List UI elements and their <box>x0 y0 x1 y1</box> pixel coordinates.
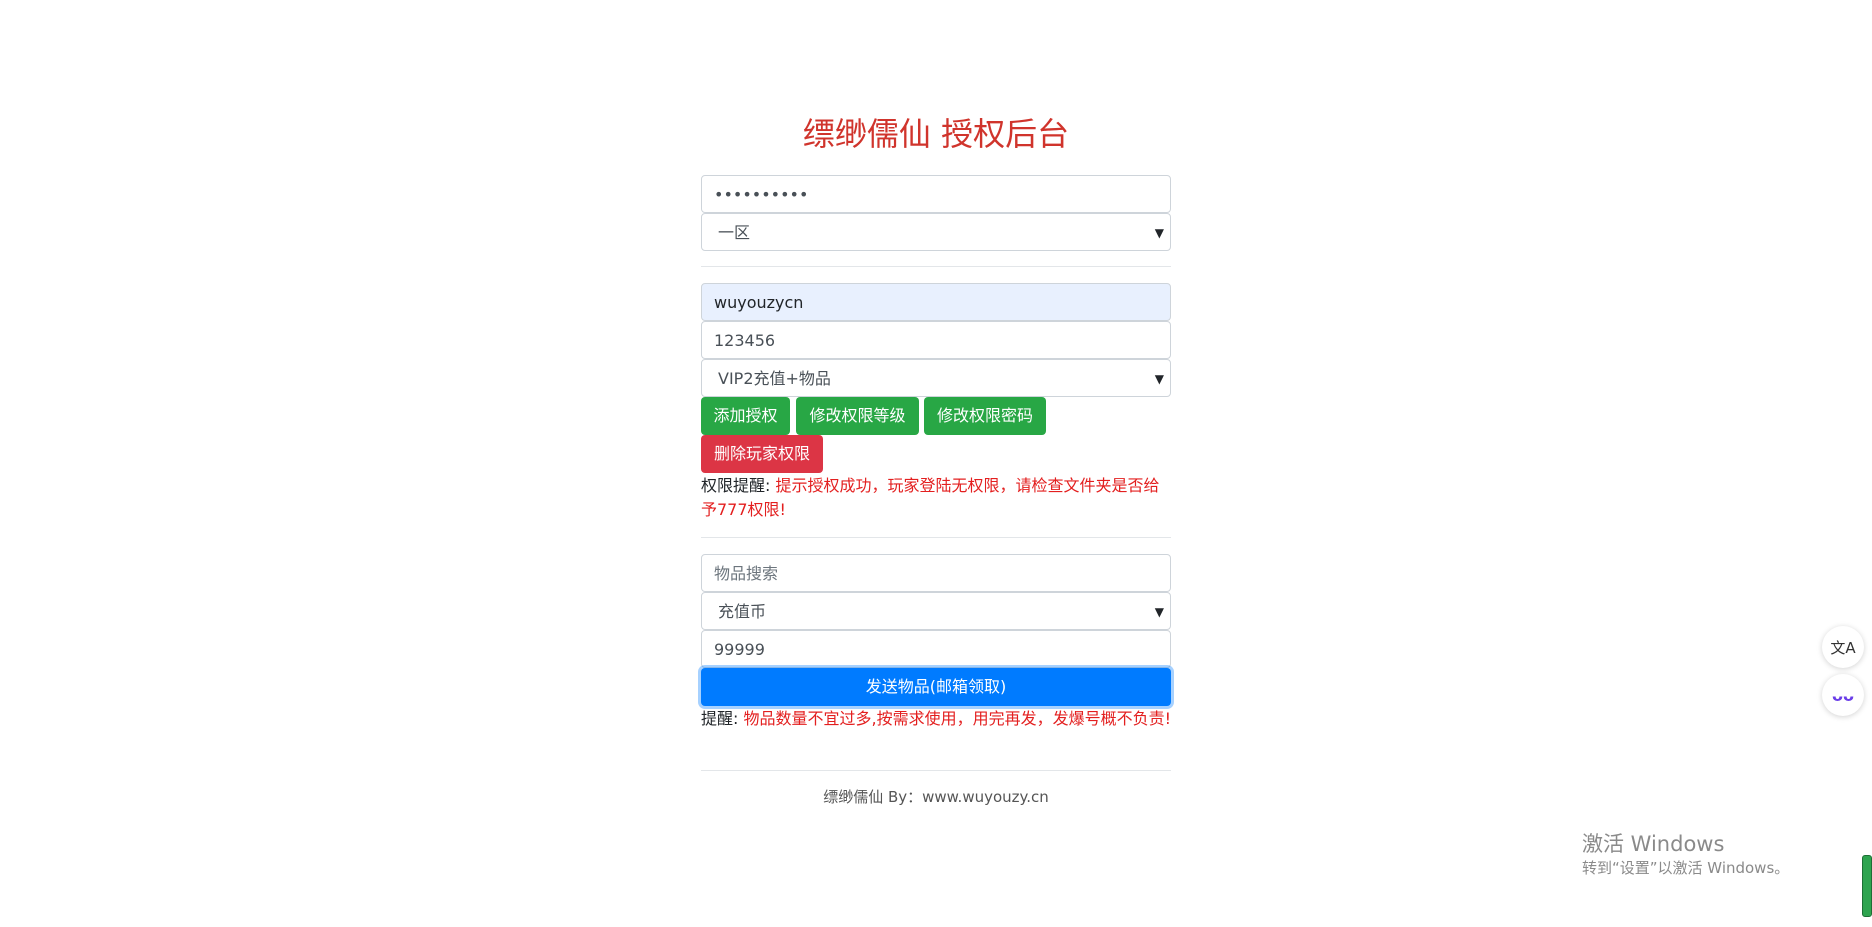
assistant-icon[interactable]: ᴗᴗ <box>1822 674 1864 716</box>
windows-activation-watermark: 激活 Windows 转到“设置”以激活 Windows。 <box>1582 831 1789 879</box>
item-notice: 提醒: 物品数量不宜过多,按需求使用，用完再发，发爆号概不负责! <box>701 707 1171 731</box>
divider <box>701 266 1171 267</box>
admin-password-input[interactable] <box>701 175 1171 213</box>
item-select[interactable]: 充值币 ▼ <box>701 592 1171 630</box>
permission-level-select[interactable]: VIP2充值+物品 ▼ <box>701 359 1171 397</box>
translate-icon[interactable]: 文A <box>1822 626 1864 668</box>
chevron-down-icon: ▼ <box>1154 605 1164 619</box>
player-password-input[interactable] <box>701 321 1171 359</box>
permission-notice-text: 提示授权成功，玩家登陆无权限，请检查文件夹是否给予777权限! <box>701 476 1160 519</box>
item-select-value: 充值币 <box>718 602 767 621</box>
modify-password-button[interactable]: 修改权限密码 <box>924 397 1046 435</box>
chevron-down-icon: ▼ <box>1154 372 1164 386</box>
delete-permission-button[interactable]: 删除玩家权限 <box>701 435 823 473</box>
permission-notice: 权限提醒: 提示授权成功，玩家登陆无权限，请检查文件夹是否给予777权限! <box>701 474 1171 522</box>
modify-level-button[interactable]: 修改权限等级 <box>796 397 919 435</box>
chevron-down-icon: ▼ <box>1154 226 1164 240</box>
item-notice-prefix: 提醒: <box>701 709 739 728</box>
edge-indicator <box>1862 855 1872 917</box>
watermark-line2: 转到“设置”以激活 Windows。 <box>1582 859 1790 877</box>
send-item-button[interactable]: 发送物品(邮箱领取) <box>701 668 1171 706</box>
server-select[interactable]: 一区 ▼ <box>701 213 1171 251</box>
footer-credit: 缥缈儒仙 By：www.wuyouzy.cn <box>823 788 1049 806</box>
add-permission-button[interactable]: 添加授权 <box>701 397 790 435</box>
username-input[interactable] <box>701 283 1171 321</box>
divider <box>701 537 1171 538</box>
permission-level-value: VIP2充值+物品 <box>718 369 831 388</box>
divider <box>701 770 1171 771</box>
item-quantity-input[interactable] <box>701 630 1171 668</box>
watermark-line1: 激活 Windows <box>1582 832 1725 856</box>
server-select-value: 一区 <box>718 223 751 242</box>
page-title: 缥缈儒仙 授权后台 <box>802 115 1070 153</box>
permission-notice-prefix: 权限提醒: <box>701 476 771 495</box>
item-search-input[interactable] <box>701 554 1171 592</box>
item-notice-text: 物品数量不宜过多,按需求使用，用完再发，发爆号概不负责! <box>743 709 1172 728</box>
